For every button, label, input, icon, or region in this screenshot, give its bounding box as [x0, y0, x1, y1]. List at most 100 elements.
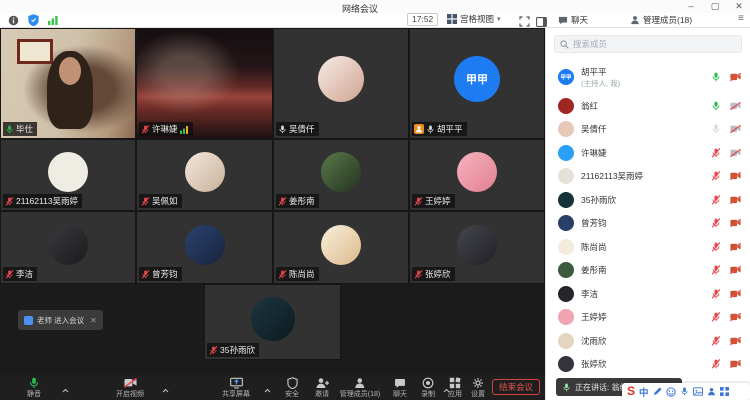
participant-name: 陈尚尚: [289, 268, 315, 280]
tile-name-label: 胡平平: [412, 122, 467, 136]
share-icon: [222, 377, 250, 389]
tile-name-label: 吴佩如: [139, 194, 182, 208]
notice-icon: [24, 316, 33, 325]
signal-bars-icon: [180, 125, 189, 134]
mute-button[interactable]: 静音: [27, 377, 41, 399]
grid-view-button[interactable]: 宫格视图 ▾: [447, 13, 501, 25]
member-row[interactable]: 35孙雨欣: [546, 188, 750, 212]
panel-menu-icon[interactable]: ≡: [738, 13, 744, 24]
participant-name: 吴佩如: [152, 195, 178, 207]
member-name: 王婷婷: [581, 311, 711, 323]
mic-muted-icon: [711, 312, 721, 322]
close-button[interactable]: ✕: [732, 0, 746, 12]
avatar: 甲甲: [558, 69, 574, 85]
video-tile[interactable]: 张婷欣: [409, 211, 545, 284]
person-icon: [340, 377, 380, 389]
member-name: 李洁: [581, 288, 711, 300]
tile-name-label: 许琳婕: [139, 122, 193, 136]
security-button[interactable]: 安全: [285, 377, 299, 399]
mic-muted-icon: [711, 242, 721, 252]
participant-name: 姜彤南: [289, 195, 315, 207]
apps-grid-icon[interactable]: [720, 387, 729, 396]
ime-mode-chinese[interactable]: 中: [639, 385, 649, 399]
sogou-logo-icon[interactable]: S: [627, 383, 635, 400]
member-row[interactable]: 曾芳钧: [546, 212, 750, 236]
chat-button[interactable]: 聊天: [393, 377, 407, 399]
minimize-button[interactable]: –: [684, 0, 698, 12]
mic-muted-icon: [5, 197, 14, 206]
maximize-button[interactable]: ▢: [708, 0, 722, 12]
camera-off-icon: [730, 172, 741, 180]
pen-icon[interactable]: [653, 387, 662, 396]
member-row[interactable]: 李洁: [546, 282, 750, 306]
avatar: [457, 152, 497, 192]
video-tile[interactable]: 姜彤南: [273, 139, 409, 211]
voice-input-icon[interactable]: [680, 387, 689, 396]
video-button[interactable]: 开启视频: [116, 377, 144, 399]
participant-name: 21162113吴雨婷: [16, 195, 78, 207]
mic-muted-icon: [278, 197, 287, 206]
camera-off-icon: [730, 337, 741, 345]
video-tile[interactable]: 王婷婷: [409, 139, 545, 211]
video-tile[interactable]: 陈尚尚: [273, 211, 409, 284]
member-row[interactable]: 许琳婕: [546, 141, 750, 165]
members-button[interactable]: 管理成员(18): [340, 377, 380, 399]
video-tile[interactable]: 许琳婕: [136, 28, 273, 139]
video-tile[interactable]: 曾芳钧: [136, 211, 273, 284]
participant-name: 张婷欣: [425, 268, 451, 280]
search-input[interactable]: [573, 39, 736, 49]
member-search[interactable]: [554, 35, 742, 53]
ime-toolbar: S 中: [622, 383, 750, 400]
member-row[interactable]: 王婷婷: [546, 306, 750, 330]
tab-chat[interactable]: 聊天: [558, 14, 588, 26]
emoji-icon[interactable]: [666, 387, 676, 397]
person-icon[interactable]: [707, 387, 716, 396]
wall-certificate: [17, 39, 53, 64]
shield-icon: [285, 377, 299, 389]
titlebar: 网络会议 – ▢ ✕: [0, 0, 750, 13]
end-meeting-button[interactable]: 结束会议: [492, 379, 540, 395]
camera-off-icon: [730, 73, 741, 81]
member-row[interactable]: 张婷欣: [546, 353, 750, 377]
toolbar-label: 应用: [448, 389, 462, 399]
mute-options-chevron-icon[interactable]: [62, 380, 69, 398]
toolbar-label: 静音: [27, 389, 41, 399]
video-tile[interactable]: 吴倩仟: [273, 28, 409, 139]
mic-icon: [5, 125, 14, 134]
mic-icon: [711, 124, 721, 134]
share-button[interactable]: 共享屏幕: [222, 377, 250, 399]
image-keyboard-icon[interactable]: [693, 387, 703, 396]
member-row[interactable]: 吴倩仟: [546, 118, 750, 142]
meeting-info-icon[interactable]: [8, 15, 19, 26]
member-row[interactable]: 翁红: [546, 94, 750, 118]
video-grid: 毕仕 许琳婕 吴倩仟甲甲 胡平平 21162113吴雨婷 吴佩如 姜彤南 王婷婷…: [0, 28, 545, 375]
share-options-chevron-icon[interactable]: [264, 380, 271, 398]
video-tile[interactable]: 吴佩如: [136, 139, 273, 211]
member-row[interactable]: 沈雨欣: [546, 329, 750, 353]
video-tile[interactable]: 甲甲 胡平平: [409, 28, 545, 139]
invite-button[interactable]: 邀请: [315, 377, 329, 399]
tile-name-label: 李洁: [3, 267, 37, 281]
video-tile[interactable]: 李洁: [0, 211, 136, 284]
member-row[interactable]: 姜彤南: [546, 259, 750, 283]
member-name: 曾芳钧: [581, 217, 711, 229]
toast-close-icon[interactable]: ✕: [90, 316, 97, 325]
video-tile[interactable]: 35孙雨欣: [204, 284, 341, 360]
apps-button[interactable]: 应用: [448, 377, 462, 399]
video-tile[interactable]: 21162113吴雨婷: [0, 139, 136, 211]
member-row[interactable]: 陈尚尚: [546, 235, 750, 259]
cam-off-icon: [116, 377, 144, 389]
mic-muted-icon: [711, 359, 721, 369]
member-row[interactable]: 甲甲 胡平平 (主持人, 我): [546, 60, 750, 94]
tile-name-label: 毕仕: [3, 122, 37, 136]
host-badge-icon: [414, 124, 424, 134]
settings-button[interactable]: 设置: [471, 377, 485, 399]
tab-manage-members[interactable]: 管理成员(18): [630, 14, 692, 26]
meeting-protect-shield-icon[interactable]: [28, 14, 39, 26]
avatar: [558, 215, 574, 231]
tile-name-label: 35孙雨欣: [207, 343, 259, 357]
video-options-chevron-icon[interactable]: [162, 380, 169, 398]
member-row[interactable]: 21162113吴雨婷: [546, 165, 750, 189]
record-button[interactable]: 录制: [421, 377, 435, 399]
video-tile[interactable]: 毕仕: [0, 28, 136, 139]
